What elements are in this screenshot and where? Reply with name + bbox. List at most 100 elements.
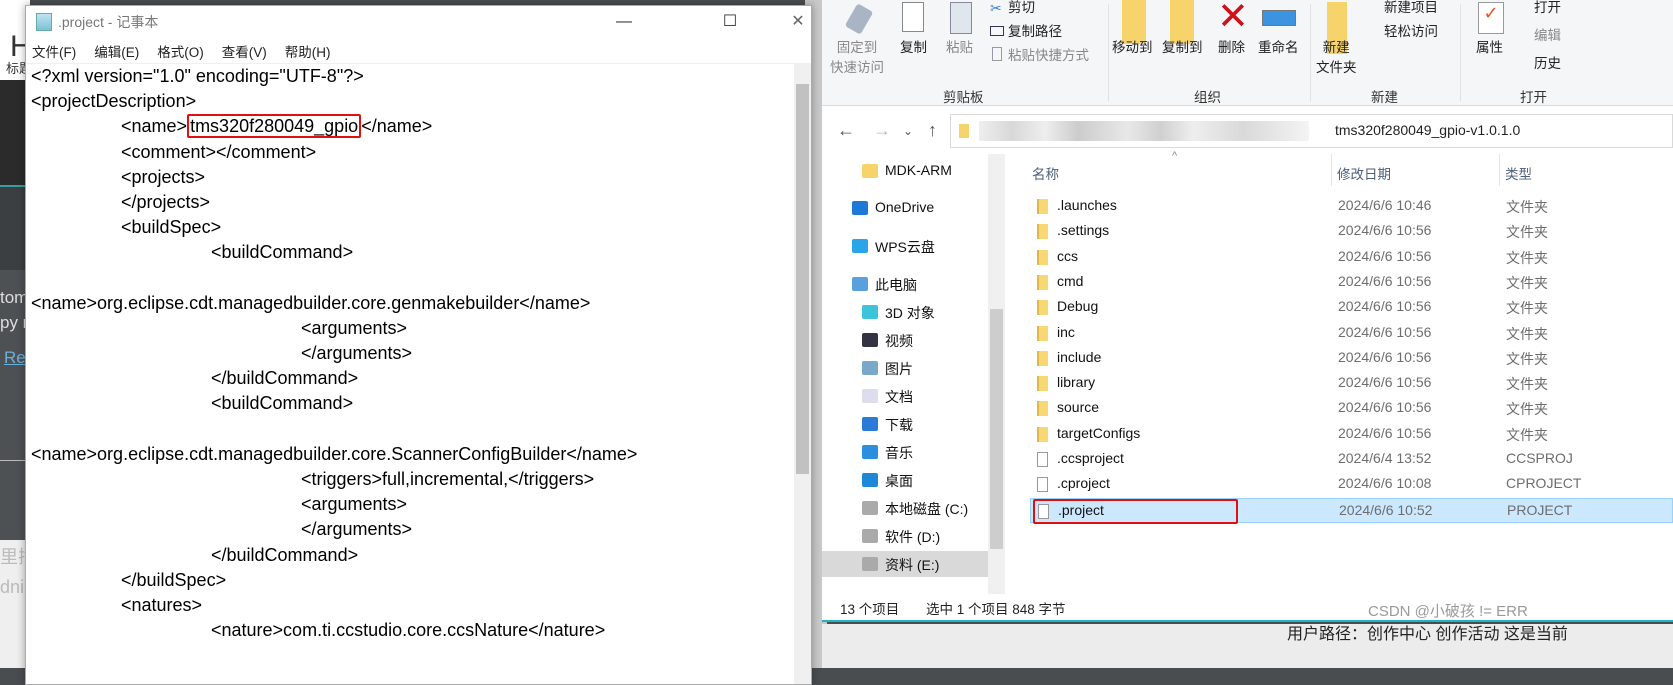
- nav-item[interactable]: 图片: [822, 355, 988, 381]
- edit-button[interactable]: 编辑: [1534, 26, 1561, 46]
- navigation-scrollbar[interactable]: [988, 154, 1005, 594]
- copy-path-button[interactable]: 复制路径: [1008, 22, 1062, 42]
- column-header-date[interactable]: 修改日期: [1337, 163, 1391, 183]
- paste-button[interactable]: 粘贴: [946, 38, 973, 58]
- notepad-text-area[interactable]: <?xml version="1.0" encoding="UTF-8"?> <p…: [26, 64, 796, 684]
- open-button[interactable]: 打开: [1534, 0, 1561, 18]
- minimize-button[interactable]: —: [601, 6, 647, 38]
- scrollbar-thumb[interactable]: [796, 84, 809, 474]
- nav-item[interactable]: 3D 对象: [822, 299, 988, 325]
- nav-item[interactable]: OneDrive: [822, 195, 988, 221]
- file-type: PROJECT: [1507, 501, 1573, 518]
- file-row[interactable]: Debug 2024/6/6 10:56 文件夹: [1030, 295, 1673, 320]
- text-segment: <projectDescription>: [31, 91, 197, 112]
- nav-item-label: 资料 (E:): [885, 557, 940, 573]
- file-row[interactable]: source 2024/6/6 10:56 文件夹: [1030, 396, 1673, 421]
- file-type: CCSPROJ: [1506, 450, 1573, 466]
- folder-icon: [1037, 401, 1048, 417]
- new-item-button[interactable]: 新建项目: [1384, 0, 1438, 18]
- easy-access-button[interactable]: 轻松访问: [1384, 22, 1438, 42]
- file-row[interactable]: .settings 2024/6/6 10:56 文件夹: [1030, 219, 1673, 244]
- new-folder-button[interactable]: 新建 文件夹: [1316, 38, 1357, 78]
- file-row[interactable]: cmd 2024/6/6 10:56 文件夹: [1030, 270, 1673, 295]
- nav-item-label: 图片: [885, 361, 913, 377]
- scrollbar-thumb[interactable]: [990, 309, 1003, 549]
- maximize-button[interactable]: ☐: [707, 6, 753, 38]
- notepad-scrollbar[interactable]: [794, 64, 811, 684]
- folder-icon: [1037, 426, 1048, 442]
- file-row[interactable]: targetConfigs 2024/6/6 10:56 文件夹: [1030, 422, 1673, 447]
- file-row[interactable]: .launches 2024/6/6 10:46 文件夹: [1030, 194, 1673, 219]
- video-icon: [862, 333, 878, 347]
- file-row[interactable]: inc 2024/6/6 10:56 文件夹: [1030, 321, 1673, 346]
- nav-item[interactable]: 本地磁盘 (C:): [822, 495, 988, 521]
- watermark: CSDN @小破孩 != ERR: [1368, 603, 1528, 620]
- nav-item[interactable]: 音乐: [822, 439, 988, 465]
- file-type: 文件夹: [1506, 300, 1548, 317]
- history-button[interactable]: 历史: [1534, 54, 1561, 74]
- folder-icon: [959, 124, 969, 138]
- group-label-new: 新建: [1371, 90, 1398, 105]
- file-name: .cproject: [1057, 475, 1110, 492]
- nav-item[interactable]: 下载: [822, 411, 988, 437]
- address-bar[interactable]: tms320f280049_gpio-v1.0.1.0: [950, 114, 1673, 148]
- text-segment: <arguments>: [301, 317, 408, 338]
- notepad-titlebar[interactable]: .project - 记事本 — ☐ ✕: [26, 6, 811, 38]
- up-button[interactable]: ↑: [928, 120, 937, 141]
- file-date: 2024/6/6 10:56: [1338, 272, 1432, 289]
- nav-item[interactable]: 软件 (D:): [822, 523, 988, 549]
- menu-item[interactable]: 文件(F): [32, 41, 76, 61]
- text-segment: <buildCommand>: [211, 393, 354, 414]
- rename-button[interactable]: 重命名: [1258, 38, 1299, 58]
- recent-locations-button[interactable]: ⌄: [903, 124, 913, 138]
- forward-button[interactable]: →: [873, 120, 891, 141]
- notepad-window: .project - 记事本 — ☐ ✕ 文件(F) 编辑(E) 格式(O) 查看(V…: [25, 5, 812, 685]
- cut-button[interactable]: 剪切: [1008, 0, 1035, 18]
- selection-info: 选中 1 个项目 848 字节: [926, 602, 1066, 617]
- group-label-organize: 组织: [1194, 90, 1221, 105]
- nav-item[interactable]: 视频: [822, 327, 988, 353]
- file-row[interactable]: .ccsproject 2024/6/4 13:52 CCSPROJ: [1030, 447, 1673, 472]
- copy-to-button[interactable]: 复制到: [1162, 38, 1203, 58]
- menu-item[interactable]: 格式(O): [157, 41, 204, 61]
- nav-item[interactable]: WPS云盘: [822, 233, 988, 259]
- file-name: library: [1057, 374, 1096, 391]
- file-type: 文件夹: [1506, 401, 1548, 418]
- nav-item-label: 桌面: [885, 473, 913, 489]
- text-line: </buildCommand>: [26, 366, 796, 391]
- file-type: 文件夹: [1506, 274, 1548, 291]
- file-name: .launches: [1057, 197, 1117, 213]
- file-row[interactable]: .cproject 2024/6/6 10:08 CPROJECT: [1030, 472, 1673, 497]
- copy-button[interactable]: 复制: [900, 38, 927, 58]
- delete-button[interactable]: 删除: [1218, 38, 1245, 58]
- nav-item[interactable]: MDK-ARM: [822, 158, 988, 184]
- file-row[interactable]: include 2024/6/6 10:56 文件夹: [1030, 346, 1673, 371]
- menu-item[interactable]: 编辑(E): [94, 41, 139, 61]
- nav-item[interactable]: 文档: [822, 383, 988, 409]
- close-button[interactable]: ✕: [775, 6, 821, 38]
- menu-item[interactable]: 帮助(H): [285, 41, 331, 61]
- file-name: inc: [1057, 323, 1075, 340]
- status-bar: 13 个项目 选中 1 个项目 848 字节: [822, 594, 1673, 620]
- nav-item-label: 软件 (D:): [885, 529, 941, 545]
- nav-item[interactable]: 此电脑: [822, 271, 988, 297]
- column-header-name[interactable]: 名称: [1032, 163, 1059, 183]
- text-segment: <arguments>: [301, 494, 408, 515]
- paste-shortcut-button[interactable]: 粘贴快捷方式: [1008, 46, 1089, 66]
- column-separator[interactable]: [1499, 154, 1500, 186]
- file-date: 2024/6/6 10:56: [1338, 399, 1432, 416]
- file-name: source: [1057, 399, 1100, 416]
- download-icon: [862, 417, 878, 431]
- file-row[interactable]: ccs 2024/6/6 10:56 文件夹: [1030, 245, 1673, 270]
- column-separator[interactable]: [1331, 154, 1332, 186]
- nav-item[interactable]: 资料 (E:): [822, 551, 988, 577]
- pin-quick-access-button[interactable]: 固定到 快速访问: [830, 38, 884, 78]
- nav-item[interactable]: 桌面: [822, 467, 988, 493]
- back-button[interactable]: ←: [837, 120, 855, 141]
- file-row[interactable]: library 2024/6/6 10:56 文件夹: [1030, 371, 1673, 396]
- menu-item[interactable]: 查看(V): [222, 41, 267, 61]
- move-to-button[interactable]: 移动到: [1112, 38, 1153, 58]
- text-segment: </buildCommand>: [211, 368, 359, 389]
- column-header-type[interactable]: 类型: [1505, 163, 1532, 183]
- properties-button[interactable]: 属性: [1476, 38, 1503, 58]
